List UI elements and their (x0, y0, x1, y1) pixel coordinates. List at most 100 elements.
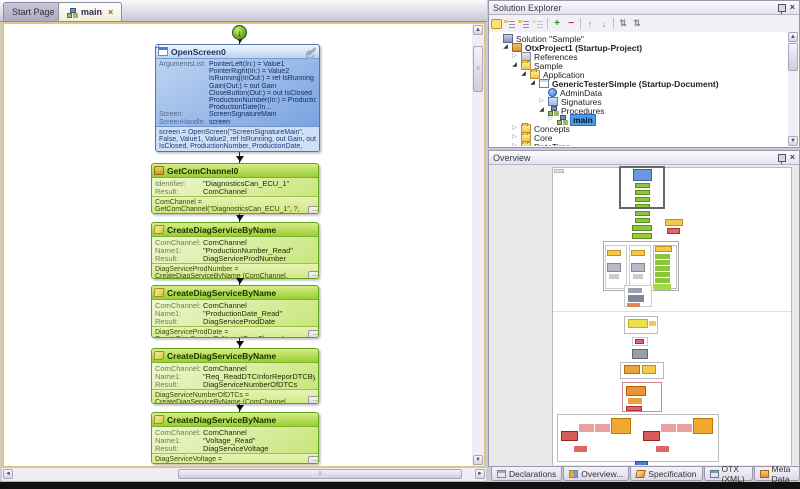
properties-window-icon[interactable] (491, 19, 502, 29)
tree-expander-icon[interactable]: ▷ (538, 98, 545, 105)
expand-tree-icon[interactable] (504, 18, 516, 30)
parameter-row: CloseButton(Out:) = out IsClosed (159, 90, 316, 97)
more-badge[interactable]: … (308, 396, 319, 404)
collapse-tree-icon[interactable] (518, 18, 530, 30)
solution-tree: Solution "Sample"◢OtxProject1 (Startup-P… (490, 32, 788, 146)
minimap-rect (642, 365, 656, 374)
sort-ascending-icon[interactable]: ⇅ (617, 18, 629, 30)
flow-block-getcomchannel0[interactable]: GetComChannel0Identifier:"DiagnosticsCan… (151, 163, 319, 214)
block-parameters: Identifier:"DiagnosticsCan_ECU_1"Result:… (152, 178, 318, 196)
flow-block-creatediagservicebyname[interactable]: CreateDiagServiceByNameComChannel:ComCha… (151, 348, 319, 404)
wrench-icon (307, 47, 316, 56)
parameter-value: DiagServiceProdNumber (203, 255, 315, 263)
scroll-up-button[interactable]: ▲ (473, 25, 483, 35)
more-badge[interactable]: … (308, 330, 319, 338)
procedure-start-node[interactable]: ↓ (232, 25, 247, 40)
tree-item-signatures[interactable]: ▷Signatures (490, 97, 788, 106)
flow-block-openscreen0[interactable]: OpenScreen0ArgumentsList:PointerLeft(In:… (155, 44, 320, 152)
flowchart-canvas[interactable]: ↓ OpenScreen0ArgumentsList:PointerLeft(I… (2, 22, 486, 468)
scrollbar-thumb[interactable]: ≡ (178, 469, 462, 479)
tree-item-procedures[interactable]: ◢Procedures (490, 106, 788, 115)
scroll-down-button[interactable]: ▼ (788, 136, 798, 146)
view-tab-declarations[interactable]: Declarations (491, 467, 562, 481)
tree-expander-icon[interactable]: ◢ (511, 62, 518, 69)
view-tab-overview[interactable]: Overview... (563, 467, 629, 481)
close-tab-icon[interactable]: × (108, 8, 113, 17)
minimap-rect (611, 418, 631, 434)
flow-block-creatediagservicebyname[interactable]: CreateDiagServiceByNameComChannel:ComCha… (151, 285, 319, 338)
flow-arrowhead (236, 215, 244, 221)
tree-item-datetime[interactable]: ▷DateTime (490, 142, 788, 146)
view-tab-specification[interactable]: Specification (630, 467, 702, 481)
tree-expander-icon[interactable]: ◢ (502, 44, 509, 51)
minimap-rect (632, 225, 652, 231)
tree-expander-icon[interactable]: ◢ (538, 107, 545, 114)
sync-selection-icon[interactable] (532, 18, 544, 30)
signatures-icon (548, 97, 558, 106)
tree-expander-icon[interactable]: ▷ (511, 53, 518, 60)
canvas-horizontal-scrollbar[interactable]: ◄ ► ≡ (2, 468, 486, 481)
document-tab-bar: Start Page main × (0, 0, 487, 22)
tab-main[interactable]: main × (58, 2, 122, 21)
overview-minimap[interactable] (490, 165, 798, 465)
move-up-icon[interactable]: ↑ (584, 18, 596, 30)
scroll-up-button[interactable]: ▲ (788, 32, 798, 42)
parameter-row: ScreenHandle:screen (159, 119, 316, 126)
more-badge[interactable]: … (308, 456, 319, 464)
solution-explorer-titlebar[interactable]: Solution Explorer × (489, 1, 799, 15)
pin-icon[interactable] (778, 154, 786, 162)
parameter-row: Name1:"ProductionNumber_Read" (155, 247, 315, 255)
minimap-rect (631, 263, 645, 272)
tab-start-page[interactable]: Start Page (3, 2, 64, 21)
tree-expander-icon[interactable]: ▷ (547, 116, 554, 123)
tab-main-label: main (81, 7, 102, 17)
tree-item-generictestersimple-startup-document-[interactable]: ◢GenericTesterSimple (Startup-Document) (490, 79, 788, 88)
tree-expander-icon[interactable]: ◢ (529, 80, 536, 87)
window-edge (0, 482, 800, 489)
tree-vertical-scrollbar[interactable]: ▲ ▼ (788, 32, 798, 146)
parameter-label (159, 104, 209, 111)
parameter-label: ScreenHandle: (159, 119, 209, 126)
parameter-row: ArgumentsList:PointerLeft(In:) = Value1 (159, 61, 316, 68)
tree-item-admindata[interactable]: AdminData (490, 88, 788, 97)
canvas-vertical-scrollbar[interactable]: ▲ ▼ ≡ (472, 24, 484, 466)
sort-descending-icon[interactable]: ⇅ (631, 18, 643, 30)
globe-icon (548, 88, 557, 97)
scroll-right-button[interactable]: ► (475, 469, 485, 479)
view-tab-label: OTX (XML) (722, 464, 747, 484)
parameter-label (159, 68, 209, 75)
close-icon[interactable]: × (790, 3, 795, 12)
folder-icon (530, 70, 540, 79)
more-badge[interactable]: … (308, 271, 319, 279)
flow-block-creatediagservicebyname[interactable]: CreateDiagServiceByNameComChannel:ComCha… (151, 412, 319, 464)
parameter-row: PointerRight(In:) = Value2 (159, 68, 316, 75)
scroll-left-button[interactable]: ◄ (3, 469, 13, 479)
minimap-rect (656, 446, 669, 452)
add-item-icon[interactable]: + (551, 18, 563, 30)
tree-expander-icon[interactable]: ▷ (511, 143, 518, 146)
tree-expander-icon[interactable]: ▷ (511, 134, 518, 141)
tree-expander-icon[interactable]: ◢ (520, 71, 527, 78)
pin-icon[interactable] (778, 4, 786, 12)
parameter-label (159, 90, 209, 97)
move-down-icon[interactable]: ↓ (598, 18, 610, 30)
parameter-row: Result:DiagServiceProdDate (155, 318, 315, 326)
minimap-rect (626, 386, 646, 396)
parameter-row: Result:DiagServiceNumberOfDTCs (155, 381, 315, 389)
view-tab-meta-data[interactable]: Meta Data (754, 467, 800, 481)
scrollbar-thumb[interactable]: ≡ (473, 46, 483, 92)
flow-block-creatediagservicebyname[interactable]: CreateDiagServiceByNameComChannel:ComCha… (151, 222, 319, 279)
minimap-rect (609, 274, 619, 279)
scrollbar-thumb[interactable] (788, 43, 798, 71)
overview-titlebar[interactable]: Overview × (489, 151, 799, 165)
block-parameters: ComChannel:ComChannelName1:"Req_ReadDTCI… (152, 363, 318, 389)
remove-item-icon[interactable]: − (565, 18, 577, 30)
tree-expander-icon[interactable]: ▷ (511, 125, 518, 132)
scroll-down-button[interactable]: ▼ (473, 455, 483, 465)
parameter-value: ProductionDate(In... (209, 104, 316, 111)
minimap-viewport[interactable] (619, 166, 665, 209)
selection-handle[interactable] (155, 44, 159, 48)
more-badge[interactable]: … (308, 206, 319, 214)
view-tab-otx-xml[interactable]: OTX (XML) (704, 467, 753, 481)
close-icon[interactable]: × (790, 153, 795, 162)
